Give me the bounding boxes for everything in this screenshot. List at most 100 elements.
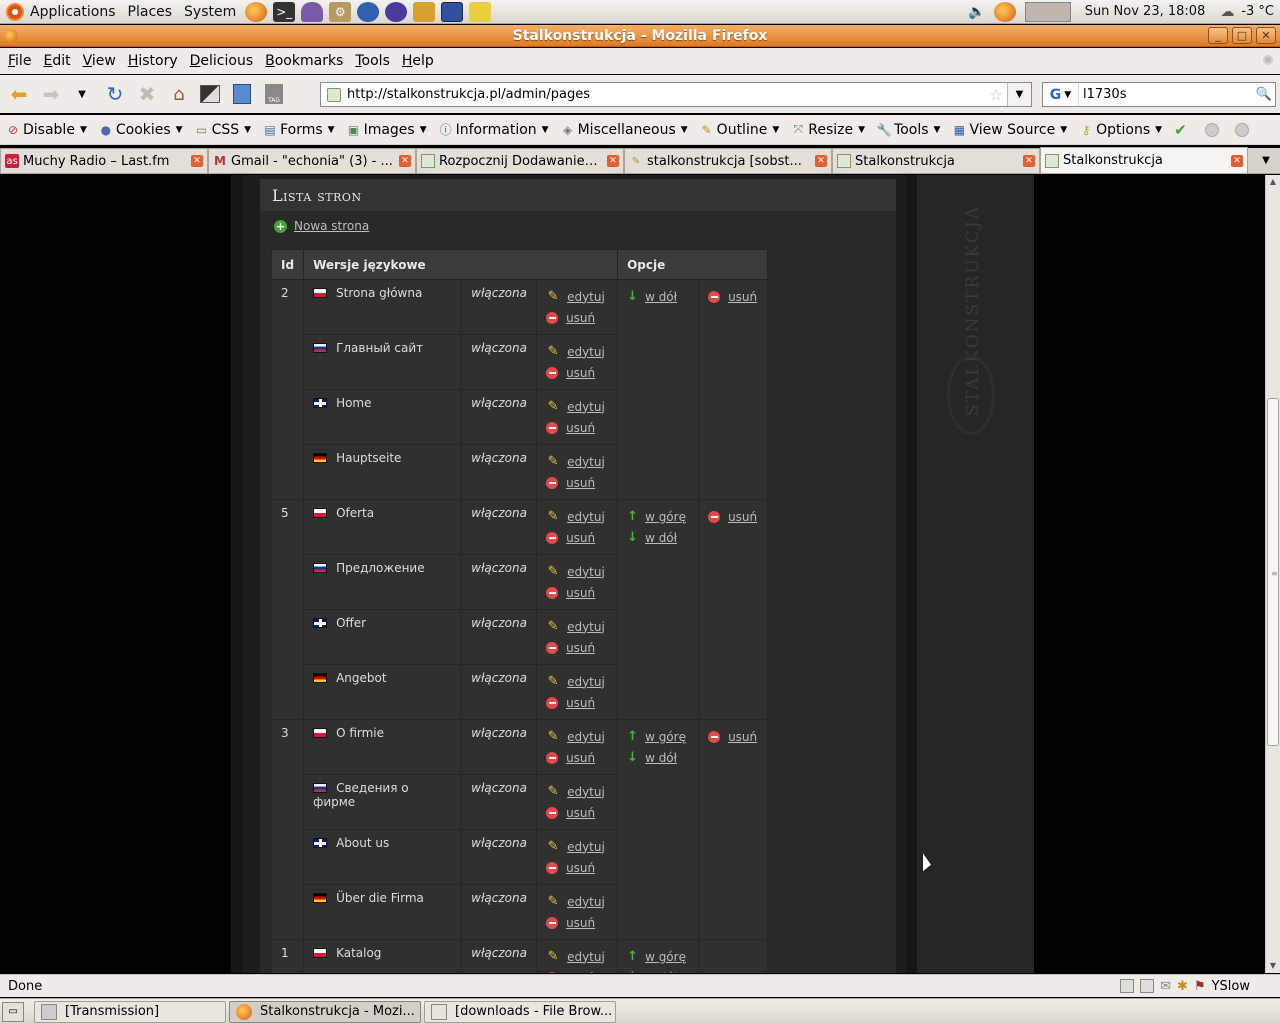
- edit-version-link[interactable]: edytuj: [567, 510, 605, 524]
- vertical-scrollbar[interactable]: ▲ ≡ ▼: [1265, 175, 1280, 973]
- edit-version-link[interactable]: edytuj: [567, 290, 605, 304]
- delete-page-link[interactable]: usuń: [728, 510, 757, 524]
- edit-version-link[interactable]: edytuj: [567, 345, 605, 359]
- back-button[interactable]: ⬅: [4, 79, 34, 109]
- history-dropdown-button[interactable]: ▼: [68, 80, 96, 108]
- url-bar[interactable]: ☆ ▼: [320, 82, 1032, 107]
- tab-list-button[interactable]: ▼: [1252, 148, 1280, 173]
- maximize-button[interactable]: □: [1232, 27, 1252, 44]
- task-firefox[interactable]: Stalkonstrukcja - Mozi...: [229, 1000, 421, 1023]
- task-transmission[interactable]: [Transmission]: [34, 1000, 226, 1023]
- applications-menu[interactable]: Applications: [0, 0, 122, 24]
- firefox-launcher-icon[interactable]: [245, 1, 268, 22]
- edit-version-link[interactable]: edytuj: [567, 950, 605, 964]
- move-down-link[interactable]: w dół: [645, 290, 677, 304]
- browser-launcher-icon[interactable]: [357, 1, 380, 22]
- mail-status-icon[interactable]: ✉: [1160, 979, 1171, 994]
- search-magnifier-icon[interactable]: 🔍: [1253, 87, 1275, 102]
- window-titlebar[interactable]: Stalkonstrukcja - Mozilla Firefox _ □ ✕: [0, 25, 1280, 47]
- move-up-link[interactable]: w górę: [645, 730, 686, 744]
- tray-firefox-icon[interactable]: [993, 1, 1016, 22]
- delete-page-link[interactable]: usuń: [728, 730, 757, 744]
- menu-bookmarks[interactable]: Bookmarks: [259, 53, 349, 69]
- tag-icon[interactable]: TAG: [260, 80, 288, 108]
- tab-close-icon[interactable]: ✕: [191, 155, 203, 167]
- delete-version-link[interactable]: usuń: [566, 971, 595, 974]
- menu-delicious[interactable]: Delicious: [184, 53, 260, 69]
- tab-close-icon[interactable]: ✕: [607, 155, 619, 167]
- wd-tools-menu[interactable]: 🔧 Tools ▼: [877, 122, 941, 138]
- delete-version-link[interactable]: usuń: [566, 531, 595, 545]
- pidgin-launcher-icon[interactable]: [301, 1, 324, 22]
- player-launcher-icon[interactable]: [385, 1, 408, 22]
- menu-tools[interactable]: Tools: [349, 53, 396, 69]
- status-dot-icon[interactable]: [1204, 122, 1219, 137]
- tab-stalkonstrukcja-active[interactable]: Stalkonstrukcja ✕: [1040, 147, 1248, 173]
- delete-version-link[interactable]: usuń: [566, 751, 595, 765]
- grid-status-icon[interactable]: [1140, 979, 1155, 993]
- menu-edit[interactable]: Edit: [37, 53, 76, 69]
- workspace-switcher[interactable]: [1024, 1, 1071, 22]
- terminal-launcher-icon[interactable]: >_: [273, 1, 296, 22]
- wd-cookies-menu[interactable]: ● Cookies ▼: [99, 122, 183, 138]
- delete-version-link[interactable]: usuń: [566, 861, 595, 875]
- tab-close-icon[interactable]: ✕: [1231, 154, 1243, 167]
- scrollbar-thumb[interactable]: ≡: [1267, 398, 1279, 746]
- tab-lastfm[interactable]: as Muchy Radio – Last.fm ✕: [0, 148, 208, 173]
- yslow-label[interactable]: YSlow: [1212, 979, 1250, 994]
- close-button[interactable]: ✕: [1256, 27, 1276, 44]
- stop-button[interactable]: ✖: [132, 79, 162, 109]
- screengrab-status-icon[interactable]: [1120, 979, 1135, 993]
- edit-version-link[interactable]: edytuj: [567, 620, 605, 634]
- delete-version-link[interactable]: usuń: [566, 696, 595, 710]
- tab-close-icon[interactable]: ✕: [399, 155, 411, 167]
- search-bar[interactable]: G▼ 🔍: [1042, 82, 1276, 107]
- wd-forms-menu[interactable]: ▤ Forms ▼: [263, 122, 334, 138]
- delete-version-link[interactable]: usuń: [566, 366, 595, 380]
- menu-view[interactable]: View: [77, 53, 122, 69]
- url-dropdown-button[interactable]: ▼: [1007, 83, 1031, 106]
- edit-version-link[interactable]: edytuj: [567, 785, 605, 799]
- delete-version-link[interactable]: usuń: [566, 916, 595, 930]
- tab-stalkonstrukcja-1[interactable]: Stalkonstrukcja ✕: [832, 148, 1040, 173]
- new-page-link[interactable]: Nowa strona: [294, 219, 369, 233]
- bookmark-star-icon[interactable]: ☆: [985, 86, 1007, 104]
- delete-version-link[interactable]: usuń: [566, 421, 595, 435]
- edit-version-link[interactable]: edytuj: [567, 565, 605, 579]
- delete-version-link[interactable]: usuń: [566, 476, 595, 490]
- menu-history[interactable]: History: [122, 53, 184, 69]
- move-down-link[interactable]: w dół: [645, 751, 677, 765]
- move-down-link[interactable]: w dół: [645, 971, 677, 974]
- firebug-status-icon[interactable]: ✱: [1177, 979, 1188, 994]
- home-button[interactable]: ⌂: [164, 79, 194, 109]
- move-down-link[interactable]: w dół: [645, 531, 677, 545]
- edit-version-link[interactable]: edytuj: [567, 730, 605, 744]
- tab-rozpocznij[interactable]: Rozpocznij Dodawanie ... ✕: [416, 148, 624, 173]
- wd-information-menu[interactable]: ⓘ Information ▼: [439, 122, 549, 138]
- scroll-down-icon[interactable]: ▼: [1266, 959, 1280, 973]
- sidebar-icon[interactable]: [228, 80, 256, 108]
- edit-version-link[interactable]: edytuj: [567, 400, 605, 414]
- tab-close-icon[interactable]: ✕: [1023, 155, 1035, 167]
- weather-temperature[interactable]: -3 °C: [1241, 4, 1280, 19]
- delete-version-link[interactable]: usuń: [566, 311, 595, 325]
- move-up-link[interactable]: w górę: [645, 950, 686, 964]
- edit-version-link[interactable]: edytuj: [567, 675, 605, 689]
- wd-miscellaneous-menu[interactable]: ◈ Miscellaneous ▼: [561, 122, 688, 138]
- delete-version-link[interactable]: usuń: [566, 586, 595, 600]
- tab-gmail[interactable]: M Gmail - "echonia" (3) - ... ✕: [208, 148, 416, 173]
- move-up-link[interactable]: w górę: [645, 510, 686, 524]
- wd-view-source-menu[interactable]: ▦ View Source ▼: [952, 122, 1067, 138]
- wd-outline-menu[interactable]: ✎ Outline ▼: [700, 122, 780, 138]
- clock[interactable]: Sun Nov 23, 18:08: [1077, 4, 1214, 19]
- delete-version-link[interactable]: usuń: [566, 806, 595, 820]
- wd-images-menu[interactable]: ▣ Images ▼: [347, 122, 427, 138]
- minimize-button[interactable]: _: [1208, 27, 1228, 44]
- tab-close-icon[interactable]: ✕: [815, 155, 827, 167]
- tab-stalkonstrukcja-sobst[interactable]: ✎ stalkonstrukcja [sobst... ✕: [624, 148, 832, 173]
- edit-version-link[interactable]: edytuj: [567, 895, 605, 909]
- edit-version-link[interactable]: edytuj: [567, 840, 605, 854]
- task-file-browser[interactable]: [downloads - File Brow...: [424, 1000, 616, 1023]
- menu-help[interactable]: Help: [396, 53, 440, 69]
- url-input[interactable]: [347, 87, 985, 102]
